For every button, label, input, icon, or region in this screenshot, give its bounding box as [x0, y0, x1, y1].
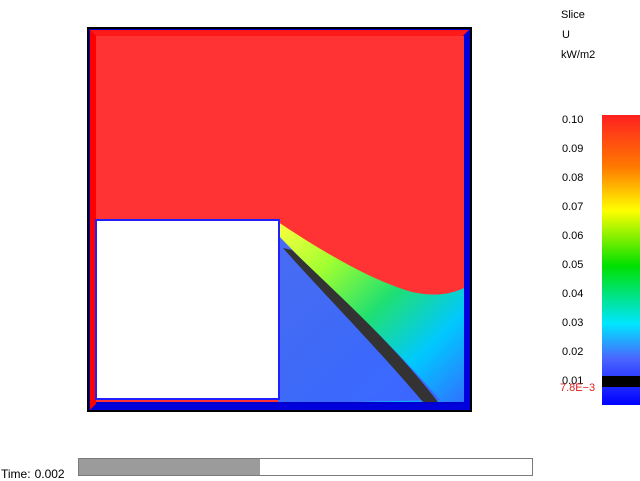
wall-top-red [90, 30, 469, 36]
legend-title: Slice [561, 9, 585, 21]
time-slider-fill [79, 459, 261, 475]
wall-bottom-blue [90, 404, 469, 410]
slice-viewport[interactable] [0, 0, 640, 480]
colorbar-tick-label: 0.07 [562, 201, 584, 213]
obstruction-block [95, 219, 280, 400]
colorbar-tick-label: 0.09 [562, 143, 584, 155]
colorbar-tick-label: 0.05 [562, 259, 584, 271]
colorbar-tick-label: 0.04 [562, 288, 584, 300]
colorbar-marker-band [602, 376, 640, 387]
colorbar-marker-label: 7.8E−3 [560, 382, 596, 394]
colorbar-tick-label: 0.06 [562, 230, 584, 242]
colorbar-tick-label: 0.08 [562, 172, 584, 184]
colorbar-tick-label: 0.03 [562, 317, 584, 329]
time-readout: Time: 0.002 [1, 467, 65, 481]
colorbar-tick-label: 0.10 [562, 114, 584, 126]
colorbar [602, 115, 640, 405]
time-slider[interactable] [78, 458, 533, 476]
colorbar-tick-label: 0.02 [562, 346, 584, 358]
time-value: 0.002 [34, 467, 65, 481]
legend-variable: U [562, 29, 570, 41]
time-label: Time: [1, 467, 31, 481]
legend-unit: kW/m2 [561, 49, 596, 61]
